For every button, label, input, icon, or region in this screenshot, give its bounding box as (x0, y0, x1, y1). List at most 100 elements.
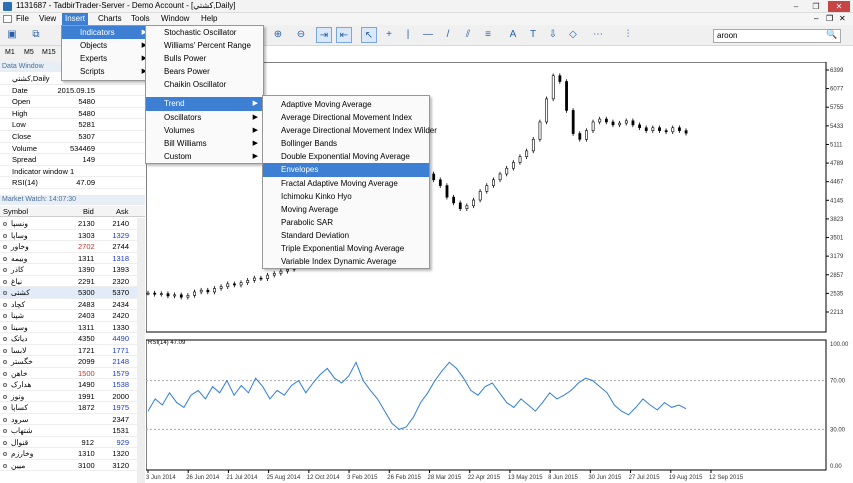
list-item[interactable]: وسینا 1311 1330 (0, 322, 145, 333)
zoom-out-icon[interactable]: ⊖ (293, 27, 309, 43)
list-item[interactable]: شتهاب 1531 (0, 425, 145, 437)
list-item[interactable]: وخارزم 1310 1320 (0, 448, 145, 460)
close-button[interactable]: ✕ (828, 1, 850, 12)
trend-item-double-exponential-moving-average[interactable]: Double Exponential Moving Average (263, 150, 429, 163)
list-item[interactable]: وتوز 1991 2000 (0, 391, 145, 402)
candle-body (578, 133, 582, 140)
menu-charts[interactable]: Charts (95, 13, 125, 25)
list-item[interactable]: خگستر 2099 2148 (0, 356, 145, 368)
trend-item-ichimoku-kinko-hyo[interactable]: Ichimoku Kinko Hyo (263, 190, 429, 203)
trend-item-fractal-adaptive-moving-average[interactable]: Fractal Adaptive Moving Average (263, 177, 429, 190)
list-item[interactable]: ونسپا 2130 2140 (0, 218, 145, 230)
menu-help[interactable]: Help (198, 13, 220, 25)
doc-minimize-button[interactable]: – (811, 13, 821, 25)
restore-button[interactable]: ❐ (808, 1, 824, 12)
column-bid[interactable]: Bid (83, 207, 94, 216)
list-item[interactable]: شپنا 2403 2420 (0, 310, 145, 322)
data-window: كشتي,Daily Date 2015.09.15 Open 5480 High 5… (0, 73, 145, 189)
period-icon[interactable]: ⫶ (620, 27, 636, 43)
list-item[interactable]: خاهن 1500 1579 (0, 368, 145, 379)
insert-item-objects[interactable]: Objects▶ (62, 39, 152, 52)
insert-item-indicators[interactable]: Indicators▶ (62, 26, 152, 40)
cursor-icon[interactable]: ↖ (361, 27, 377, 43)
shapes-icon[interactable]: ◇ (565, 27, 581, 43)
label-icon[interactable]: T (525, 27, 541, 43)
search-icon[interactable]: 🔍 (826, 29, 837, 40)
chart-shift-icon[interactable]: ⇤ (336, 27, 352, 43)
scrollbar[interactable] (137, 218, 145, 483)
autoscroll-icon[interactable]: ⇥ (316, 27, 332, 43)
menu-tools[interactable]: Tools (128, 13, 153, 25)
market-watch-list: ونسپا 2130 2140 وساپا 1303 1329 وخاور 27… (0, 218, 145, 471)
list-item[interactable]: سرود 2347 (0, 414, 145, 425)
price-tick-label: 2535 (830, 291, 844, 297)
list-item[interactable]: نیاغ 2291 2320 (0, 276, 145, 287)
menu-window[interactable]: Window (158, 13, 192, 25)
indicators-item-williams-percent-range[interactable]: Williams' Percent Range (146, 39, 263, 52)
candle-body (545, 98, 549, 123)
vertical-line-icon[interactable]: | (400, 27, 416, 43)
indicators-item-bill-williams[interactable]: Bill Williams ▶ (146, 137, 263, 150)
trend-item-triple-exponential-moving-average[interactable]: Triple Exponential Moving Average (263, 242, 429, 255)
fibonacci-icon[interactable]: ≡ (480, 27, 496, 43)
indicators-item-oscillators[interactable]: Oscillators ▶ (146, 111, 263, 124)
list-item[interactable]: کچاد 2483 2434 (0, 299, 145, 310)
trend-item-bollinger-bands[interactable]: Bollinger Bands (263, 137, 429, 150)
indicators-item-volumes[interactable]: Volumes ▶ (146, 124, 263, 137)
crosshair-icon[interactable]: + (381, 27, 397, 43)
trend-item-envelopes[interactable]: Envelopes (263, 163, 429, 177)
indicators-item-bears-power[interactable]: Bears Power (146, 65, 263, 78)
indicators-item-chaikin-oscillator[interactable]: Chaikin Oscillator (146, 78, 263, 91)
list-item[interactable]: وساپا 1303 1329 (0, 230, 145, 241)
list-item[interactable]: کشتی 5300 5370 (0, 287, 145, 299)
list-item[interactable]: قنوال 912 929 (0, 437, 145, 448)
trend-item-variable-index-dynamic-average[interactable]: Variable Index Dynamic Average (263, 255, 429, 268)
trend-item-moving-average[interactable]: Moving Average (263, 203, 429, 216)
list-item[interactable]: میین 3100 3120 (0, 460, 145, 471)
indicators-item-custom[interactable]: Custom ▶ (146, 150, 263, 163)
list-item[interactable]: کاذر 1390 1393 (0, 264, 145, 276)
menu-insert[interactable]: Insert (62, 13, 89, 25)
time-tick-label: 8 Jun 2015 (548, 475, 578, 481)
trend-item-average-directional-movement-index-wilder[interactable]: Average Directional Movement Index Wilde… (263, 124, 437, 137)
timeframe-m5[interactable]: M5 (24, 49, 34, 56)
timeframe-m1[interactable]: M1 (5, 49, 15, 56)
trend-item-parabolic-sar[interactable]: Parabolic SAR (263, 216, 429, 229)
candle-body (186, 295, 190, 298)
indicators-item-trend[interactable]: Trend ▶ (146, 97, 263, 111)
candle-body (558, 75, 562, 82)
channel-icon[interactable]: ⫽ (460, 27, 476, 43)
menu-view[interactable]: View (36, 13, 59, 25)
indicators-item-stochastic-oscillator[interactable]: Stochastic Oscillator (146, 26, 263, 39)
minimize-button[interactable]: – (788, 1, 804, 12)
profiles-icon[interactable]: ⧉ (28, 27, 44, 43)
arrow-icon[interactable]: ⇩ (545, 27, 561, 43)
grid-icon[interactable]: ⋯ (590, 27, 606, 43)
list-item[interactable]: کساپا 1872 1975 (0, 402, 145, 414)
menu-file[interactable]: File (13, 13, 32, 25)
row-label: Open (12, 97, 31, 107)
trend-item-average-directional-movement-index[interactable]: Average Directional Movement Index (263, 111, 429, 124)
trend-item-standard-deviation[interactable]: Standard Deviation (263, 229, 429, 242)
zoom-in-icon[interactable]: ⊕ (270, 27, 286, 43)
list-item[interactable]: هدارک 1490 1538 (0, 379, 145, 391)
new-chart-icon[interactable]: ▣ (4, 27, 20, 43)
list-item[interactable]: لابسا 1721 1771 (0, 345, 145, 356)
list-item[interactable]: دیاتک 4350 4490 (0, 333, 145, 345)
list-item[interactable]: وخاور 2702 2744 (0, 241, 145, 253)
market-watch-header: Symbol Bid Ask (0, 206, 145, 217)
column-symbol[interactable]: Symbol (3, 207, 28, 216)
trendline-icon[interactable]: / (440, 27, 456, 43)
text-icon[interactable]: A (505, 27, 521, 43)
doc-close-button[interactable]: ✕ (836, 13, 849, 25)
insert-item-scripts[interactable]: Scripts▶ (62, 65, 152, 78)
doc-restore-button[interactable]: ❐ (823, 13, 836, 25)
list-item[interactable]: وبیمه 1311 1318 (0, 253, 145, 264)
horizontal-line-icon[interactable]: — (420, 27, 436, 43)
insert-item-experts[interactable]: Experts▶ (62, 52, 152, 65)
timeframe-m15[interactable]: M15 (42, 49, 56, 56)
search-input[interactable]: aroon (713, 29, 841, 43)
trend-item-adaptive-moving-average[interactable]: Adaptive Moving Average (263, 98, 429, 111)
indicators-item-bulls-power[interactable]: Bulls Power (146, 52, 263, 65)
column-ask[interactable]: Ask (116, 207, 129, 216)
